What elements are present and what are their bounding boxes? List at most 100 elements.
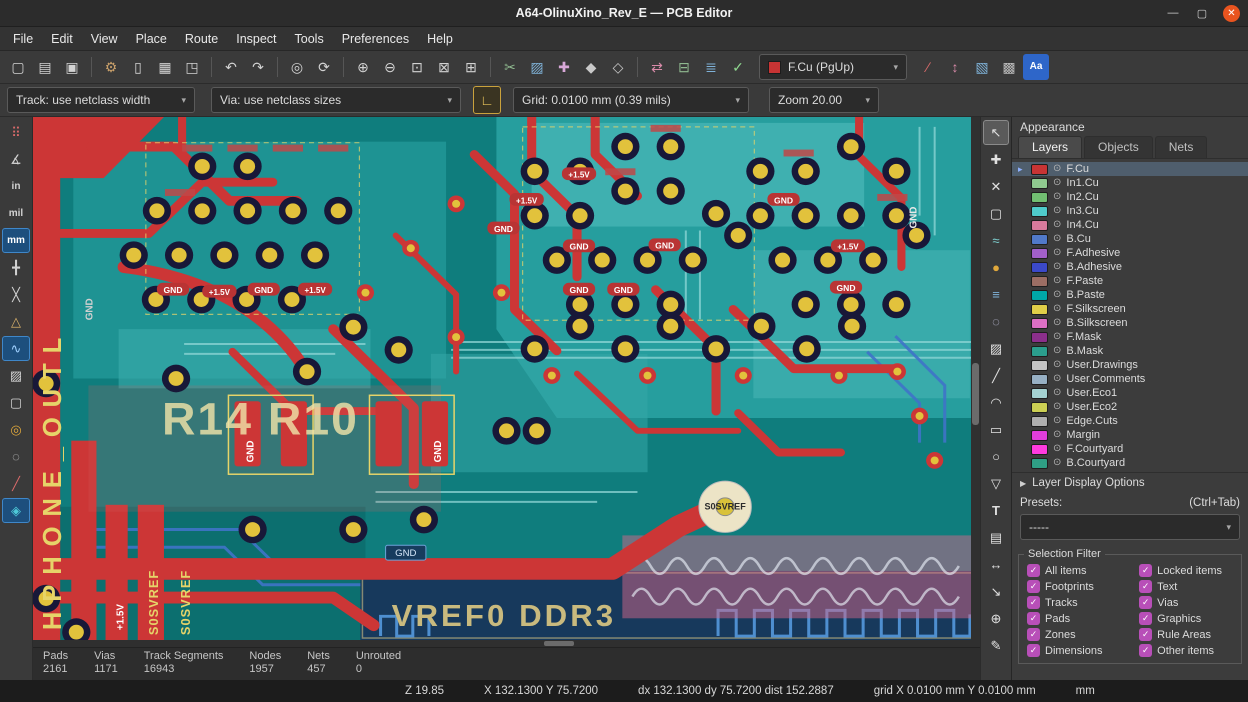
active-layer-dropdown[interactable]: F.Cu (PgUp) ▾ (759, 54, 907, 80)
visibility-eye-icon[interactable]: ⊙ (1053, 262, 1061, 272)
vertical-scrollbar-thumb[interactable] (972, 363, 979, 425)
visibility-eye-icon[interactable]: ⊙ (1053, 234, 1061, 244)
vertical-scrollbar[interactable] (971, 117, 980, 640)
print-icon[interactable]: ▦ (152, 54, 178, 80)
layer-color-swatch[interactable] (1031, 206, 1048, 217)
zone-outline-mode-icon[interactable]: ▢ (2, 390, 30, 415)
titlebar[interactable]: A64-OlinuXino_Rev_E — PCB Editor — ▢ ✕ (0, 0, 1248, 27)
visibility-eye-icon[interactable]: ⊙ (1053, 276, 1061, 286)
open-board-icon[interactable]: ▤ (32, 54, 58, 80)
checkbox-checked-icon[interactable]: ✓ (1139, 628, 1152, 641)
checkbox-checked-icon[interactable]: ✓ (1139, 596, 1152, 609)
redo-icon[interactable]: ↷ (245, 54, 271, 80)
menu-file[interactable]: File (4, 29, 42, 49)
visibility-eye-icon[interactable]: ⊙ (1053, 458, 1061, 468)
layer-color-swatch[interactable] (1031, 318, 1048, 329)
layer-color-swatch[interactable] (1031, 178, 1048, 189)
horizontal-scrollbar[interactable] (33, 640, 980, 647)
layer-row[interactable]: ▸ ⊙ User.Eco1 (1012, 386, 1248, 400)
checkbox-checked-icon[interactable]: ✓ (1139, 580, 1152, 593)
menu-view[interactable]: View (82, 29, 127, 49)
grid-origin-icon[interactable]: ✚ (551, 54, 577, 80)
layer-color-swatch[interactable] (1031, 346, 1048, 357)
checkbox-checked-icon[interactable]: ✓ (1027, 628, 1040, 641)
textbox-tool-icon[interactable]: ▤ (983, 525, 1009, 550)
rats nest-visibility-icon[interactable]: △ (2, 309, 30, 334)
checkbox-checked-icon[interactable]: ✓ (1139, 644, 1152, 657)
units-mm-icon[interactable]: mm (2, 228, 30, 253)
visibility-eye-icon[interactable]: ⊙ (1053, 388, 1061, 398)
maximize-button[interactable]: ▢ (1194, 7, 1210, 20)
visibility-eye-icon[interactable]: ⊙ (1053, 248, 1061, 258)
layer-color-swatch[interactable] (1031, 416, 1048, 427)
layer-display-options[interactable]: ▶ Layer Display Options (1012, 472, 1248, 493)
visibility-eye-icon[interactable]: ⊙ (1053, 360, 1061, 370)
checkbox-checked-icon[interactable]: ✓ (1027, 564, 1040, 577)
footprint-editor-icon[interactable]: ▧ (969, 54, 995, 80)
layer-color-swatch[interactable] (1031, 430, 1048, 441)
filter-locked-items[interactable]: ✓ Locked items (1139, 564, 1235, 577)
units-mil-icon[interactable]: mil (2, 201, 30, 226)
checkbox-checked-icon[interactable]: ✓ (1027, 644, 1040, 657)
crosshair-cursor-icon[interactable]: ╳ (2, 282, 30, 307)
filter-tracks[interactable]: ✓ Tracks (1027, 596, 1137, 609)
layer-row[interactable]: ▸ ⊙ F.Cu (1012, 162, 1248, 176)
layer-color-swatch[interactable] (1031, 262, 1048, 273)
layer-color-swatch[interactable] (1031, 444, 1048, 455)
visibility-eye-icon[interactable]: ⊙ (1053, 164, 1061, 174)
layer-row[interactable]: ▸ ⊙ F.Silkscreen (1012, 302, 1248, 316)
checkbox-checked-icon[interactable]: ✓ (1027, 580, 1040, 593)
filter-rule-areas[interactable]: ✓ Rule Areas (1139, 628, 1235, 641)
filter-all-items[interactable]: ✓ All items (1027, 564, 1137, 577)
track-edit-icon[interactable]: ✂ (497, 54, 523, 80)
draw-polygon-icon[interactable]: ▽ (983, 471, 1009, 496)
net-inspector-icon[interactable]: ≣ (698, 54, 724, 80)
layer-row[interactable]: ▸ ⊙ F.Courtyard (1012, 442, 1248, 456)
save-board-icon[interactable]: ▣ (59, 54, 85, 80)
visibility-eye-icon[interactable]: ⊙ (1053, 402, 1061, 412)
layer-row[interactable]: ▸ ⊙ B.Silkscreen (1012, 316, 1248, 330)
layer-color-swatch[interactable] (1031, 220, 1048, 231)
plot-icon[interactable]: ◳ (179, 54, 205, 80)
visibility-eye-icon[interactable]: ⊙ (1053, 416, 1061, 426)
route-track-icon[interactable]: ≈ (983, 228, 1009, 253)
zoom-fit-icon[interactable]: ⊡ (404, 54, 430, 80)
layer-row[interactable]: ▸ ⊙ User.Comments (1012, 372, 1248, 386)
via-stitch-icon[interactable]: ≡ (983, 282, 1009, 307)
measure-tool-icon[interactable]: ✎ (983, 633, 1009, 658)
rule-area-icon[interactable]: ▨ (983, 336, 1009, 361)
layer-row[interactable]: ▸ ⊙ In1.Cu (1012, 176, 1248, 190)
close-button[interactable]: ✕ (1223, 5, 1240, 22)
checkbox-checked-icon[interactable]: ✓ (1027, 612, 1040, 625)
zone-fill-icon[interactable]: ▨ (524, 54, 550, 80)
grid-dropdown[interactable]: Grid: 0.0100 mm (0.39 mils) ▾ (513, 87, 749, 113)
layer-color-swatch[interactable] (1031, 276, 1048, 287)
footprint-swap-icon[interactable]: ↕ (942, 54, 968, 80)
layer-color-swatch[interactable] (1031, 374, 1048, 385)
zoom-out-icon[interactable]: ⊖ (377, 54, 403, 80)
zone-fill-mode-icon[interactable]: ▨ (2, 363, 30, 388)
layer-color-swatch[interactable] (1031, 332, 1048, 343)
draw-circle-icon[interactable]: ○ (983, 444, 1009, 469)
text-variables-icon[interactable]: Aa (1023, 54, 1049, 80)
layer-row[interactable]: ▸ ⊙ B.Cu (1012, 232, 1248, 246)
track-corner-mode-icon[interactable]: ∟ (473, 86, 501, 114)
polar-coords-icon[interactable]: ∡ (2, 147, 30, 172)
layer-color-swatch[interactable] (1031, 360, 1048, 371)
layer-row[interactable]: ▸ ⊙ B.Mask (1012, 344, 1248, 358)
place-via-icon[interactable]: ● (983, 255, 1009, 280)
tab-nets[interactable]: Nets (1155, 136, 1208, 158)
text-tool-icon[interactable]: T (983, 498, 1009, 523)
visibility-eye-icon[interactable]: ⊙ (1053, 444, 1061, 454)
checkbox-checked-icon[interactable]: ✓ (1027, 596, 1040, 609)
zoom-selection-icon[interactable]: ⊞ (458, 54, 484, 80)
zoom-objects-icon[interactable]: ⊠ (431, 54, 457, 80)
unlock-icon[interactable]: ◇ (605, 54, 631, 80)
layer-color-swatch[interactable] (1031, 164, 1048, 175)
tab-layers[interactable]: Layers (1018, 136, 1082, 158)
zoom-dropdown[interactable]: Zoom 20.00 ▾ (769, 87, 879, 113)
cursor-shape-icon[interactable]: ╋ (2, 255, 30, 280)
draw-rect-icon[interactable]: ▭ (983, 417, 1009, 442)
draw-line-icon[interactable]: ╱ (983, 363, 1009, 388)
layer-row[interactable]: ▸ ⊙ User.Drawings (1012, 358, 1248, 372)
